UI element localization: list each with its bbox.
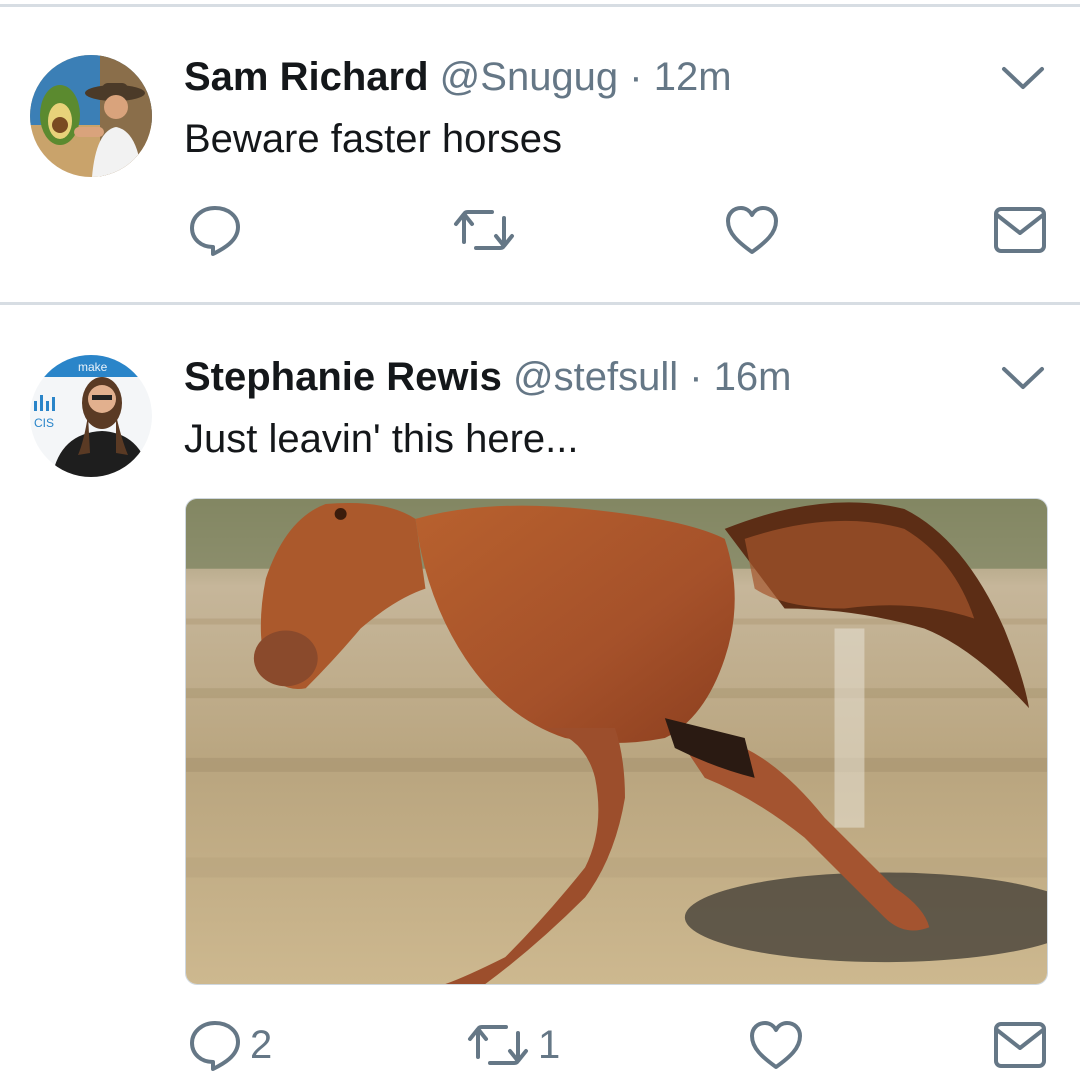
reply-button[interactable]: 2 [188,1015,272,1075]
retweet-icon [466,1017,530,1073]
tweet-time[interactable]: 12m [654,55,732,99]
tweet-header: Sam Richard @Snugug · 12m [184,55,732,99]
tweet-text: Beware faster horses [184,117,562,161]
avatar-sam-richard[interactable] [30,55,152,177]
tweet-image-horse[interactable] [185,498,1048,985]
svg-text:make: make [78,360,108,374]
like-button[interactable] [724,200,780,260]
heart-icon [724,202,780,258]
tweet-divider [0,302,1080,305]
tweet-time[interactable]: 16m [714,355,792,399]
tweet-header: Stephanie Rewis @stefsull · 16m [184,355,792,399]
separator-dot: · [689,355,703,399]
retweet-count: 1 [538,1023,561,1067]
retweet-button[interactable]: 1 [466,1015,560,1075]
tweet-1[interactable]: Sam Richard @Snugug · 12m Beware faster … [0,55,1080,295]
like-button[interactable] [748,1015,804,1075]
envelope-icon [993,1020,1047,1070]
tweet-actions: 2 1 [0,1015,1080,1075]
author-name[interactable]: Stephanie Rewis [184,355,502,399]
avatar-stephanie-rewis[interactable]: make CIS [30,355,152,477]
envelope-icon [993,205,1047,255]
reply-button[interactable] [188,200,250,260]
reply-count: 2 [250,1023,273,1067]
retweet-button[interactable] [452,200,524,260]
separator-dot: · [629,55,643,99]
top-divider [0,4,1080,7]
dm-button[interactable] [993,200,1047,260]
dm-button[interactable] [993,1015,1047,1075]
retweet-icon [452,202,516,258]
author-handle[interactable]: @Snugug [440,55,619,99]
author-name[interactable]: Sam Richard [184,55,429,99]
svg-text:CIS: CIS [34,416,54,430]
reply-icon [188,202,242,258]
tweet-actions [0,200,1080,260]
author-handle[interactable]: @stefsull [513,355,678,399]
chevron-down-icon[interactable] [1000,363,1046,393]
tweet-text: Just leavin' this here... [184,417,579,461]
chevron-down-icon[interactable] [1000,63,1046,93]
reply-icon [188,1017,242,1073]
heart-icon [748,1017,804,1073]
